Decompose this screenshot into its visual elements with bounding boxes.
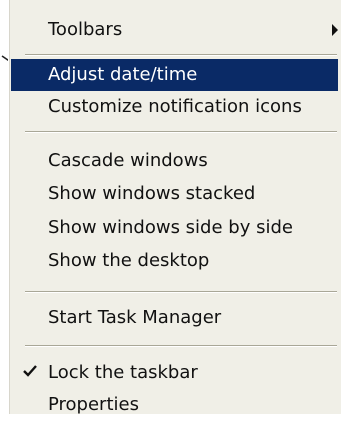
menu-item-adjust-date-time[interactable]: Adjust date/time bbox=[11, 59, 338, 91]
menu-item-properties[interactable]: Properties bbox=[11, 389, 338, 421]
menu-item-show-windows-stacked[interactable]: Show windows stacked bbox=[11, 178, 338, 210]
menu-item-show-the-desktop[interactable]: Show the desktop bbox=[11, 245, 338, 277]
menu-item-label: Customize notification icons bbox=[48, 96, 302, 117]
menu-separator bbox=[25, 54, 337, 56]
menu-item-label: Properties bbox=[48, 394, 139, 415]
menu-item-label: Lock the taskbar bbox=[48, 362, 198, 383]
menu-item-label: Adjust date/time bbox=[48, 64, 198, 85]
menu-item-label: Show the desktop bbox=[48, 250, 210, 271]
menu-item-show-windows-side-by-side[interactable]: Show windows side by side bbox=[11, 212, 338, 244]
menu-item-lock-the-taskbar[interactable]: Lock the taskbar bbox=[11, 357, 338, 389]
menu-separator bbox=[25, 291, 337, 293]
menu-item-toolbars[interactable]: Toolbars bbox=[11, 14, 338, 46]
chevron-right-icon bbox=[332, 24, 338, 36]
checkmark-icon bbox=[23, 365, 37, 377]
menu-item-start-task-manager[interactable]: Start Task Manager bbox=[11, 302, 338, 334]
menu-separator bbox=[25, 345, 337, 347]
taskbar-context-menu: Toolbars Adjust date/time Customize noti… bbox=[8, 0, 341, 415]
menu-item-cascade-windows[interactable]: Cascade windows bbox=[11, 145, 338, 177]
menu-item-label: Toolbars bbox=[48, 19, 123, 40]
menu-separator bbox=[25, 131, 337, 133]
menu-item-label: Cascade windows bbox=[48, 150, 208, 171]
menu-item-label: Start Task Manager bbox=[48, 307, 222, 328]
menu-item-label: Show windows stacked bbox=[48, 183, 256, 204]
menu-item-label: Show windows side by side bbox=[48, 217, 293, 238]
menu-item-customize-notification-icons[interactable]: Customize notification icons bbox=[11, 91, 338, 123]
